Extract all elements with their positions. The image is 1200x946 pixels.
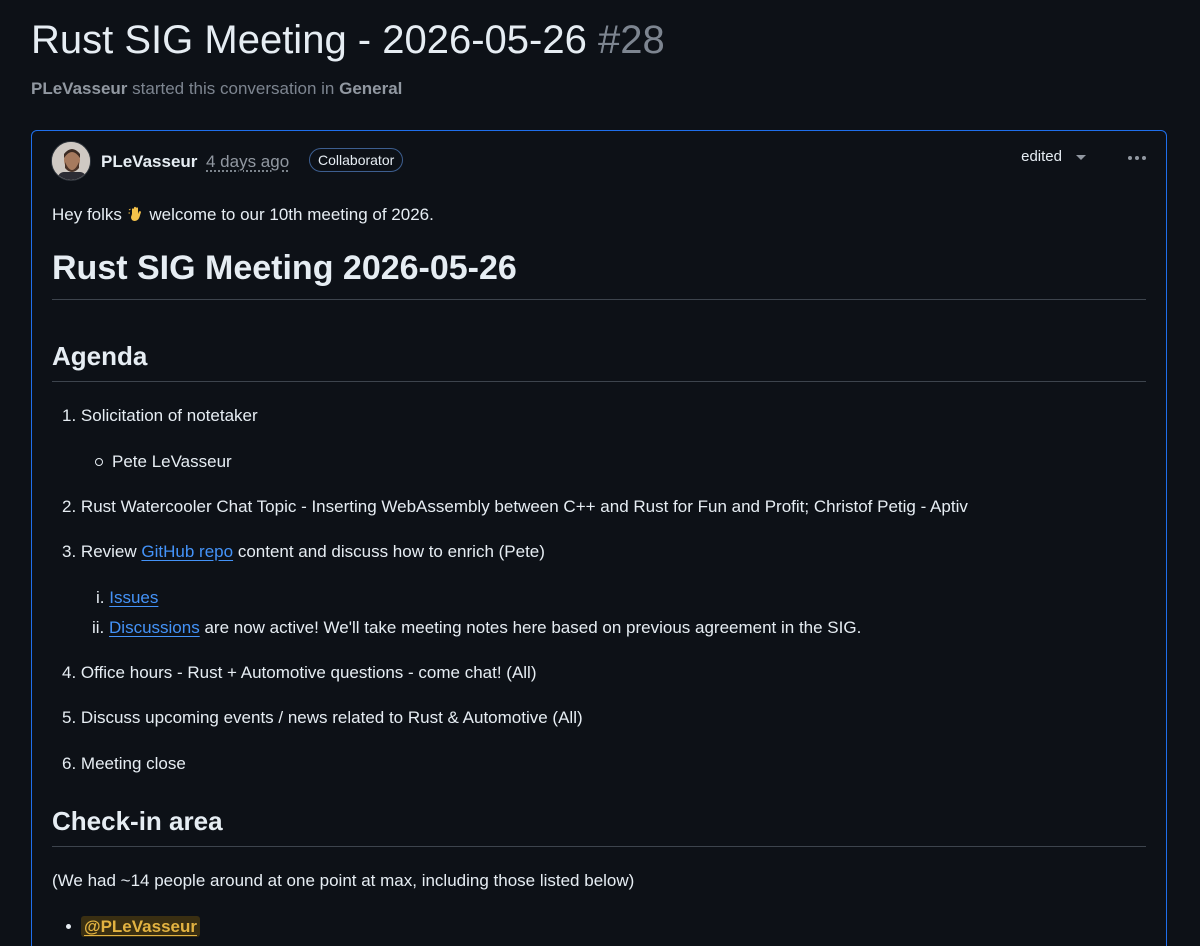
issues-link[interactable]: Issues xyxy=(109,588,158,607)
post-header: PLeVasseur 4 days ago Collaborator edite… xyxy=(51,141,1150,183)
intro-paragraph: Hey folks welcome to our 10th meeting of… xyxy=(52,203,434,227)
discussion-title: Rust SIG Meeting - 2026-05-26 xyxy=(31,18,587,62)
bullet-circle-icon xyxy=(95,457,103,466)
post-author[interactable]: PLeVasseur xyxy=(101,152,197,172)
meta-text: started this conversation in xyxy=(132,79,335,98)
discussion-author-link[interactable]: PLeVasseur xyxy=(31,79,127,98)
list-item: 2. Rust Watercooler Chat Topic - Inserti… xyxy=(62,497,968,516)
discussion-post: PLeVasseur 4 days ago Collaborator edite… xyxy=(31,130,1167,946)
list-item: i. Issues xyxy=(96,588,159,607)
post-time[interactable]: 4 days ago xyxy=(206,152,289,172)
list-item: 6. Meeting close xyxy=(62,754,186,773)
chevron-down-icon xyxy=(1076,155,1086,160)
list-item: 1. Solicitation of notetaker xyxy=(62,406,258,425)
discussion-meta: PLeVasseur started this conversation in … xyxy=(31,78,402,100)
bullet-dot-icon xyxy=(66,924,71,930)
agenda-heading: Agenda xyxy=(52,339,1146,382)
checkin-heading: Check-in area xyxy=(52,804,1146,847)
checkin-paragraph: (We had ~14 people around at one point a… xyxy=(52,871,635,890)
list-item: @PLeVasseur xyxy=(66,915,200,939)
list-item: 3. Review GitHub repo content and discus… xyxy=(62,542,545,561)
wave-emoji-icon xyxy=(128,206,141,221)
edited-label: edited xyxy=(1021,148,1062,165)
page-header: Rust SIG Meeting - 2026-05-26 #28 xyxy=(31,14,1180,66)
list-item: 4. Office hours - Rust + Automotive ques… xyxy=(62,663,537,682)
page-title: Rust SIG Meeting - 2026-05-26 #28 xyxy=(31,14,1180,66)
avatar[interactable] xyxy=(51,141,91,181)
discussion-number: #28 xyxy=(597,18,665,62)
github-repo-link[interactable]: GitHub repo xyxy=(141,542,233,561)
avatar-image xyxy=(52,142,90,180)
intro-text: Hey folks xyxy=(52,205,122,224)
intro-text-rest: welcome to our 10th meeting of 2026. xyxy=(149,205,434,224)
post-heading: Rust SIG Meeting 2026-05-26 xyxy=(52,247,1146,300)
category-link[interactable]: General xyxy=(339,79,402,98)
more-options-icon[interactable] xyxy=(1124,145,1150,171)
list-item: ii. Discussions are now active! We'll ta… xyxy=(92,618,862,637)
edited-dropdown[interactable]: edited xyxy=(1021,148,1086,165)
list-item: Pete LeVasseur xyxy=(95,450,232,474)
collaborator-badge: Collaborator xyxy=(309,148,404,172)
list-item: 5. Discuss upcoming events / news relate… xyxy=(62,708,583,727)
user-mention[interactable]: @PLeVasseur xyxy=(81,916,200,937)
discussions-link[interactable]: Discussions xyxy=(109,618,200,637)
